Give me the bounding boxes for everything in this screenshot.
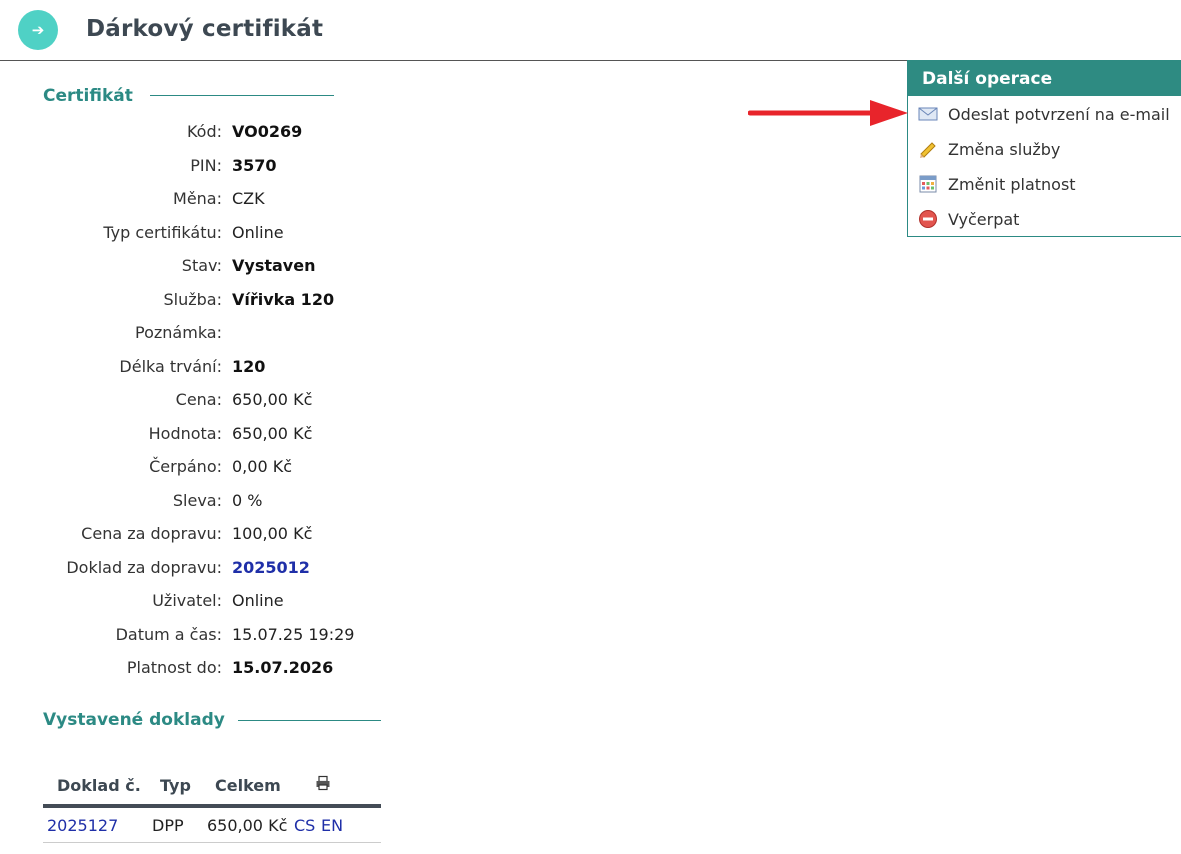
table-row: 2025127 DPP 650,00 Kč CS EN [43, 808, 381, 843]
document-number-link[interactable]: 2025127 [47, 816, 118, 835]
minus-circle-icon [919, 210, 937, 228]
field-label: Stav: [181, 256, 222, 275]
field-value: 650,00 Kč [232, 390, 313, 409]
operation-label: Změna služby [948, 139, 1061, 159]
field-label: Cena za dopravu: [81, 524, 222, 543]
field-label: PIN: [190, 155, 222, 175]
field-row: Typ certifikátu: Online [0, 223, 600, 247]
pencil-icon [920, 142, 936, 158]
field-label: Datum a čas: [115, 624, 222, 644]
field-row: Sleva: 0 % [0, 491, 600, 515]
operation-label: Vyčerpat [948, 209, 1020, 229]
section-title-documents: Vystavené doklady [43, 710, 225, 730]
field-value: 650,00 Kč [232, 423, 313, 443]
section-title-certificate: Certifikát [43, 86, 133, 106]
field-value: CZK [232, 189, 265, 208]
field-value: VO0269 [232, 122, 303, 141]
field-row: Stav: Vystaven [0, 256, 600, 280]
field-value: 3570 [232, 155, 277, 175]
document-total: 650,00 Kč [207, 816, 288, 835]
field-row: Měna: CZK [0, 189, 600, 213]
back-button[interactable]: ➔ [18, 10, 58, 50]
field-value: 15.07.2026 [232, 658, 334, 677]
field-row: Cena za dopravu: 100,00 Kč [0, 524, 600, 548]
field-row: Platnost do: 15.07.2026 [0, 658, 600, 682]
send-email-confirmation-link[interactable]: Odeslat potvrzení na e-mail [918, 101, 1178, 127]
field-row: Cena: 650,00 Kč [0, 390, 600, 414]
field-row: Uživatel: Online [0, 591, 600, 615]
print-cs-link[interactable]: CS [294, 816, 315, 835]
envelope-icon [918, 107, 938, 121]
operations-panel-title: Další operace [908, 60, 1181, 96]
field-row: Délka trvání: 120 [0, 357, 600, 381]
field-value: 100,00 Kč [232, 524, 313, 543]
change-service-link[interactable]: Změna služby [918, 136, 1178, 162]
column-header-total: Celkem [215, 776, 281, 795]
field-row: Datum a čas: 15.07.25 19:29 [0, 625, 600, 649]
page-header: ➔ Dárkový certifikát [0, 0, 1181, 61]
field-label: Cena: [175, 390, 222, 409]
section-divider [150, 95, 334, 96]
page-title: Dárkový certifikát [86, 16, 324, 42]
field-label: Uživatel: [152, 591, 222, 610]
exhaust-link[interactable]: Vyčerpat [918, 206, 1178, 232]
field-value: 120 [232, 356, 266, 376]
field-row: Hodnota: 650,00 Kč [0, 424, 600, 448]
field-row: Služba: Vířivka 120 [0, 290, 600, 314]
field-value: Online [232, 591, 284, 610]
field-row: Čerpáno: 0,00 Kč [0, 457, 600, 481]
column-header-number: Doklad č. [57, 776, 141, 795]
field-label: Sleva: [172, 490, 222, 510]
field-label: Čerpáno: [149, 457, 222, 476]
field-label: Platnost do: [126, 658, 222, 677]
field-value: 0,00 Kč [232, 457, 292, 476]
field-label: Délka trvání: [119, 356, 222, 376]
field-value: 0 % [232, 490, 263, 510]
field-label: Služba: [163, 289, 223, 309]
section-divider [238, 720, 381, 721]
column-header-type: Typ [160, 776, 191, 795]
document-type: DPP [152, 816, 184, 835]
operation-label: Odeslat potvrzení na e-mail [948, 104, 1170, 124]
field-label: Poznámka: [135, 323, 222, 342]
field-row: Doklad za dopravu: 2025012 [0, 558, 600, 582]
field-row: Kód: VO0269 [0, 122, 600, 146]
field-label: Doklad za dopravu: [66, 557, 222, 577]
operations-panel: Další operace Odeslat potvrzení na e-mai… [907, 60, 1181, 237]
field-value: 15.07.25 19:29 [232, 624, 355, 644]
annotation-arrow [748, 100, 908, 126]
table-header: Doklad č. Typ Celkem [43, 768, 381, 808]
field-row: PIN: 3570 [0, 156, 600, 180]
documents-table: Doklad č. Typ Celkem 2025127 DPP 650,00 … [43, 768, 381, 843]
field-value-link[interactable]: 2025012 [232, 558, 310, 577]
operation-label: Změnit platnost [948, 174, 1076, 194]
field-value: Vířivka 120 [232, 289, 335, 309]
field-label: Hodnota: [148, 423, 222, 443]
field-value: Online [232, 222, 284, 242]
change-validity-link[interactable]: Změnit platnost [918, 171, 1178, 197]
field-label: Kód: [186, 122, 222, 141]
arrow-right-icon: ➔ [31, 21, 45, 39]
field-label: Typ certifikátu: [103, 222, 222, 242]
printer-icon [315, 775, 331, 795]
print-en-link[interactable]: EN [321, 816, 343, 835]
field-row: Poznámka: [0, 323, 600, 347]
field-value: Vystaven [232, 256, 316, 275]
calendar-icon [919, 175, 937, 193]
field-label: Měna: [173, 189, 222, 208]
